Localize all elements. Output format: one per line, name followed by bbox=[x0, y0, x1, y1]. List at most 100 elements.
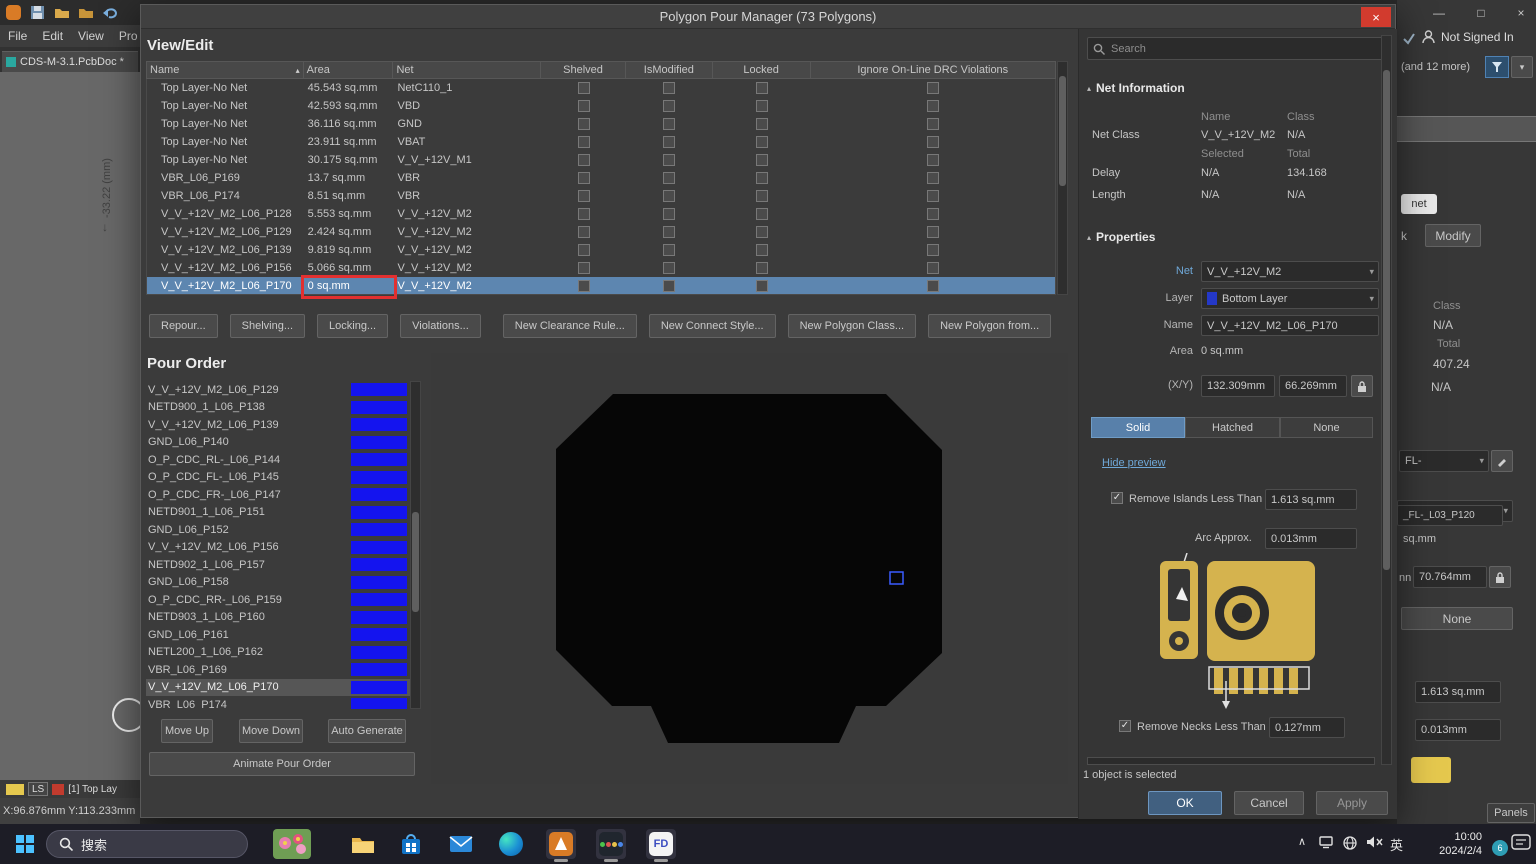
ismodified-checkbox[interactable] bbox=[663, 208, 675, 220]
pour-order-item[interactable]: NETD901_1_L06_P151 bbox=[146, 504, 421, 522]
ignore-drc-checkbox[interactable] bbox=[927, 82, 939, 94]
ignore-drc-checkbox[interactable] bbox=[927, 136, 939, 148]
ignore-drc-checkbox[interactable] bbox=[927, 154, 939, 166]
ignore-drc-checkbox[interactable] bbox=[927, 172, 939, 184]
shelved-checkbox[interactable] bbox=[578, 172, 590, 184]
network-tray-icon[interactable] bbox=[1342, 835, 1358, 851]
ok-button[interactable]: OK bbox=[1148, 791, 1222, 815]
document-tab[interactable]: CDS-M-3.1.PcbDoc * bbox=[2, 51, 138, 72]
panel-scrollbar[interactable] bbox=[1381, 35, 1392, 765]
ismodified-checkbox[interactable] bbox=[663, 190, 675, 202]
edge-button[interactable] bbox=[496, 829, 526, 859]
y-coordinate-field[interactable]: 70.764mm bbox=[1413, 566, 1487, 588]
pour-order-item[interactable]: VBR_L06_P169 bbox=[146, 661, 421, 679]
ignore-drc-checkbox[interactable] bbox=[927, 280, 939, 292]
shelved-checkbox[interactable] bbox=[578, 154, 590, 166]
y-coordinate-input[interactable]: 66.269mm bbox=[1279, 375, 1347, 397]
remove-islands-checkbox[interactable]: ✓ bbox=[1111, 492, 1123, 504]
pour-order-item[interactable]: O_P_CDC_RR-_L06_P159 bbox=[146, 591, 421, 609]
pour-order-item[interactable]: V_V_+12V_M2_L06_P156 bbox=[146, 539, 421, 557]
dialog-close-button[interactable]: × bbox=[1361, 7, 1391, 27]
menu-view[interactable]: View bbox=[78, 29, 104, 43]
ismodified-checkbox[interactable] bbox=[663, 100, 675, 112]
ignore-drc-checkbox[interactable] bbox=[927, 262, 939, 274]
filter-dropdown-button[interactable]: ▾ bbox=[1511, 56, 1533, 78]
ignore-drc-checkbox[interactable] bbox=[927, 190, 939, 202]
pour-order-item[interactable]: NETD902_1_L06_P157 bbox=[146, 556, 421, 574]
ignore-drc-checkbox[interactable] bbox=[927, 118, 939, 130]
action-button[interactable]: Locking... bbox=[317, 314, 388, 338]
locked-checkbox[interactable] bbox=[756, 190, 768, 202]
layer-set-badge[interactable]: LS bbox=[28, 782, 48, 796]
locked-checkbox[interactable] bbox=[756, 262, 768, 274]
shelved-checkbox[interactable] bbox=[578, 82, 590, 94]
table-row[interactable]: Top Layer-No Net 45.543 sq.mm NetC110_1 bbox=[147, 79, 1055, 97]
xy-lock-button[interactable] bbox=[1351, 375, 1373, 397]
color-picker-button[interactable] bbox=[1491, 450, 1513, 472]
folder-icon[interactable] bbox=[77, 4, 94, 21]
notification-button[interactable]: 6 bbox=[1492, 831, 1532, 857]
pour-order-item[interactable]: GND_L06_P140 bbox=[146, 434, 421, 452]
ime-indicator[interactable]: 英 bbox=[1390, 835, 1403, 854]
ignore-drc-checkbox[interactable] bbox=[927, 100, 939, 112]
ismodified-checkbox[interactable] bbox=[663, 154, 675, 166]
fill-mode-tab-solid[interactable]: Solid bbox=[1091, 417, 1185, 438]
locked-checkbox[interactable] bbox=[756, 208, 768, 220]
shelved-checkbox[interactable] bbox=[578, 118, 590, 130]
x-coordinate-input[interactable]: 132.309mm bbox=[1201, 375, 1275, 397]
search-input[interactable]: Search bbox=[1087, 37, 1387, 60]
shelved-checkbox[interactable] bbox=[578, 100, 590, 112]
ismodified-checkbox[interactable] bbox=[663, 136, 675, 148]
ismodified-checkbox[interactable] bbox=[663, 82, 675, 94]
column-header-name[interactable]: Name▴ bbox=[147, 62, 304, 78]
ismodified-checkbox[interactable] bbox=[663, 262, 675, 274]
ismodified-checkbox[interactable] bbox=[663, 118, 675, 130]
pour-order-item[interactable]: NETD900_1_L06_P138 bbox=[146, 399, 421, 417]
locked-checkbox[interactable] bbox=[756, 226, 768, 238]
shelved-checkbox[interactable] bbox=[578, 244, 590, 256]
locked-checkbox[interactable] bbox=[756, 82, 768, 94]
table-row[interactable]: V_V_+12V_M2_L06_P128 5.553 sq.mm V_V_+12… bbox=[147, 205, 1055, 223]
partial-input[interactable] bbox=[1397, 116, 1536, 142]
pour-order-item[interactable]: O_P_CDC_FR-_L06_P147 bbox=[146, 486, 421, 504]
pour-order-item[interactable]: GND_L06_P158 bbox=[146, 574, 421, 592]
file-explorer-button[interactable] bbox=[348, 829, 378, 859]
table-row[interactable]: V_V_+12V_M2_L06_P139 9.819 sq.mm V_V_+12… bbox=[147, 241, 1055, 259]
remove-necks-checkbox[interactable]: ✓ bbox=[1119, 720, 1131, 732]
store-button[interactable] bbox=[396, 829, 426, 859]
properties-section[interactable]: ▴ Properties bbox=[1087, 230, 1155, 244]
apply-button[interactable]: Apply bbox=[1316, 791, 1388, 815]
table-row[interactable]: V_V_+12V_M2_L06_P129 2.424 sq.mm V_V_+12… bbox=[147, 223, 1055, 241]
layer-dropdown[interactable]: Bottom Layer▾ bbox=[1201, 288, 1379, 309]
altium-taskbar-button[interactable] bbox=[546, 829, 576, 859]
name-field-partial[interactable]: _FL-_L03_P120 bbox=[1397, 505, 1503, 526]
net-dropdown[interactable]: V_V_+12V_M2▾ bbox=[1201, 261, 1379, 282]
pour-order-item[interactable]: VBR_L06_P174 bbox=[146, 696, 421, 709]
column-header-ismodified[interactable]: IsModified bbox=[626, 62, 713, 78]
table-row[interactable]: V_V_+12V_M2_L06_P156 5.066 sq.mm V_V_+12… bbox=[147, 259, 1055, 277]
pour-order-item[interactable]: V_V_+12V_M2_L06_P129 bbox=[146, 381, 421, 399]
action-button[interactable]: Violations... bbox=[400, 314, 481, 338]
arc-field-partial[interactable]: 0.013mm bbox=[1415, 719, 1501, 741]
hide-preview-link[interactable]: Hide preview bbox=[1102, 457, 1166, 469]
locked-checkbox[interactable] bbox=[756, 100, 768, 112]
shelved-checkbox[interactable] bbox=[578, 208, 590, 220]
action-button[interactable]: New Connect Style... bbox=[649, 314, 776, 338]
pour-order-item[interactable]: NETD903_1_L06_P160 bbox=[146, 609, 421, 627]
menu-edit[interactable]: Edit bbox=[42, 29, 63, 43]
fill-mode-tab-hatched[interactable]: Hatched bbox=[1185, 417, 1280, 438]
remove-islands-input[interactable]: 1.613 sq.mm bbox=[1265, 489, 1357, 510]
table-row[interactable]: VBR_L06_P169 13.7 sq.mm VBR bbox=[147, 169, 1055, 187]
color-swatch[interactable] bbox=[1411, 757, 1451, 783]
sign-in-status[interactable]: Not Signed In bbox=[1421, 29, 1514, 44]
table-row[interactable]: V_V_+12V_M2_L06_P170 0 sq.mm V_V_+12V_M2 bbox=[147, 277, 1055, 295]
table-row[interactable]: VBR_L06_P174 8.51 sq.mm VBR bbox=[147, 187, 1055, 205]
mail-button[interactable] bbox=[446, 829, 476, 859]
column-header-area[interactable]: Area bbox=[304, 62, 394, 78]
window-close-button[interactable]: × bbox=[1509, 4, 1533, 22]
net-chip[interactable]: net bbox=[1401, 194, 1437, 214]
cancel-button[interactable]: Cancel bbox=[1234, 791, 1304, 815]
shelved-checkbox[interactable] bbox=[578, 190, 590, 202]
column-header-net[interactable]: Net bbox=[393, 62, 541, 78]
pour-order-item[interactable]: NETL200_1_L06_P162 bbox=[146, 644, 421, 662]
